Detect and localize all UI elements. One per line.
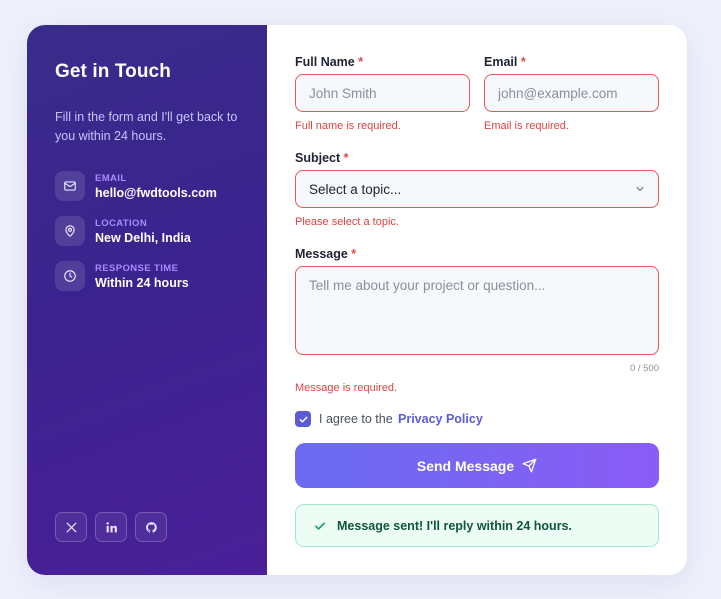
info-response-label: RESPONSE TIME [95,263,179,274]
contact-form: Full Name * Full name is required. Email… [267,25,687,575]
send-message-button[interactable]: Send Message [295,443,659,488]
info-response: RESPONSE TIME Within 24 hours [55,261,255,293]
info-location-label: LOCATION [95,218,148,229]
privacy-policy-link[interactable]: Privacy Policy [398,412,483,426]
info-email-value: hello@fwdtools.com [95,186,217,200]
check-icon [299,416,307,423]
send-message-label: Send Message [416,457,515,474]
message-error: Message is required. [295,382,398,394]
subject-label: Subject * [295,151,349,165]
x-icon [66,522,76,532]
info-response-value: Within 24 hours [95,276,189,290]
check-icon [315,522,325,530]
agree-text: I agree to the [319,412,393,426]
x-social-button[interactable] [55,512,87,542]
github-icon [145,521,157,533]
full-name-input[interactable] [295,74,470,112]
info-location-value: New Delhi, India [95,231,191,245]
info-email: EMAIL hello@fwdtools.com [55,171,255,203]
full-name-label: Full Name * [295,55,364,69]
success-toast: Message sent! I'll reply within 24 hours… [295,504,659,547]
email-error: Email is required. [484,120,569,132]
full-name-error: Full name is required. [295,120,401,132]
email-input[interactable] [484,74,659,112]
chevron-down-icon [636,186,644,192]
mail-icon [55,171,85,201]
sidebar-subtitle: Fill in the form and I'll get back to yo… [55,110,238,143]
agree-checkbox[interactable] [295,411,311,427]
send-icon [522,458,537,473]
info-email-label: EMAIL [95,173,127,184]
email-label: Email * [484,55,526,69]
info-location: LOCATION New Delhi, India [55,216,255,248]
social-links [55,512,167,542]
sidebar-title: Get in Touch [55,61,171,82]
clock-icon [55,261,85,291]
message-char-counter: 0 / 500 [629,363,659,374]
subject-selected-value: Select a topic... [309,182,402,197]
linkedin-social-button[interactable] [95,512,127,542]
subject-error: Please select a topic. [295,216,399,228]
contact-sidebar: Get in Touch Fill in the form and I'll g… [27,25,267,575]
contact-card: Get in Touch Fill in the form and I'll g… [27,25,687,575]
success-toast-text: Message sent! I'll reply within 24 hours… [337,519,572,533]
map-pin-icon [55,216,85,246]
subject-select[interactable]: Select a topic... [295,170,659,208]
message-textarea[interactable] [295,266,659,355]
linkedin-icon [106,521,117,532]
github-social-button[interactable] [135,512,167,542]
message-label: Message * [295,247,357,261]
